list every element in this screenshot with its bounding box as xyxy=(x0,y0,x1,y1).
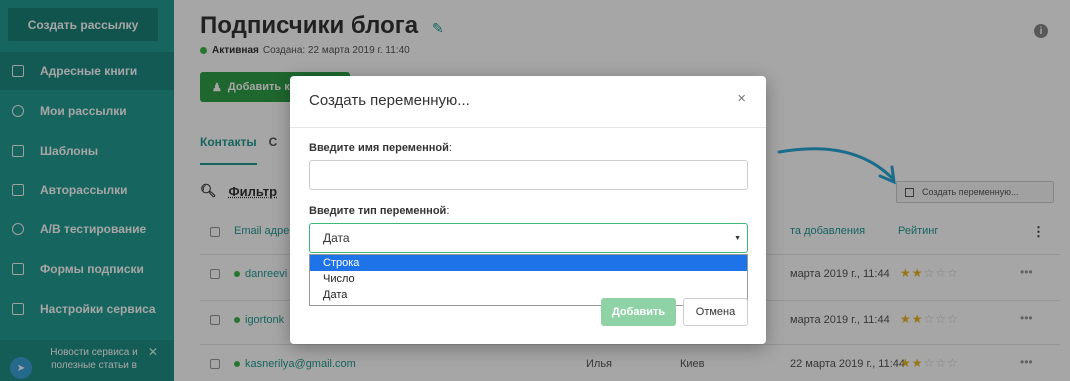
option-number[interactable]: Число xyxy=(310,271,747,287)
cancel-button[interactable]: Отмена xyxy=(683,298,748,326)
variable-type-label: Введите тип переменной: xyxy=(309,205,450,217)
variable-name-label: Введите имя переменной: xyxy=(309,142,452,154)
close-icon[interactable]: × xyxy=(737,90,746,107)
modal-title: Создать переменную... xyxy=(309,92,470,109)
variable-name-input[interactable] xyxy=(309,160,748,190)
type-dropdown: Строка Число Дата xyxy=(309,254,748,306)
option-string[interactable]: Строка xyxy=(310,255,747,271)
create-variable-modal: Создать переменную... × Введите имя пере… xyxy=(290,76,766,344)
caret-down-icon: ▼ xyxy=(734,235,741,242)
option-date[interactable]: Дата xyxy=(310,287,747,303)
selected-type: Дата xyxy=(323,231,350,245)
variable-type-select[interactable]: Дата ▼ xyxy=(309,223,748,253)
add-button[interactable]: Добавить xyxy=(601,298,676,326)
divider xyxy=(290,127,766,128)
